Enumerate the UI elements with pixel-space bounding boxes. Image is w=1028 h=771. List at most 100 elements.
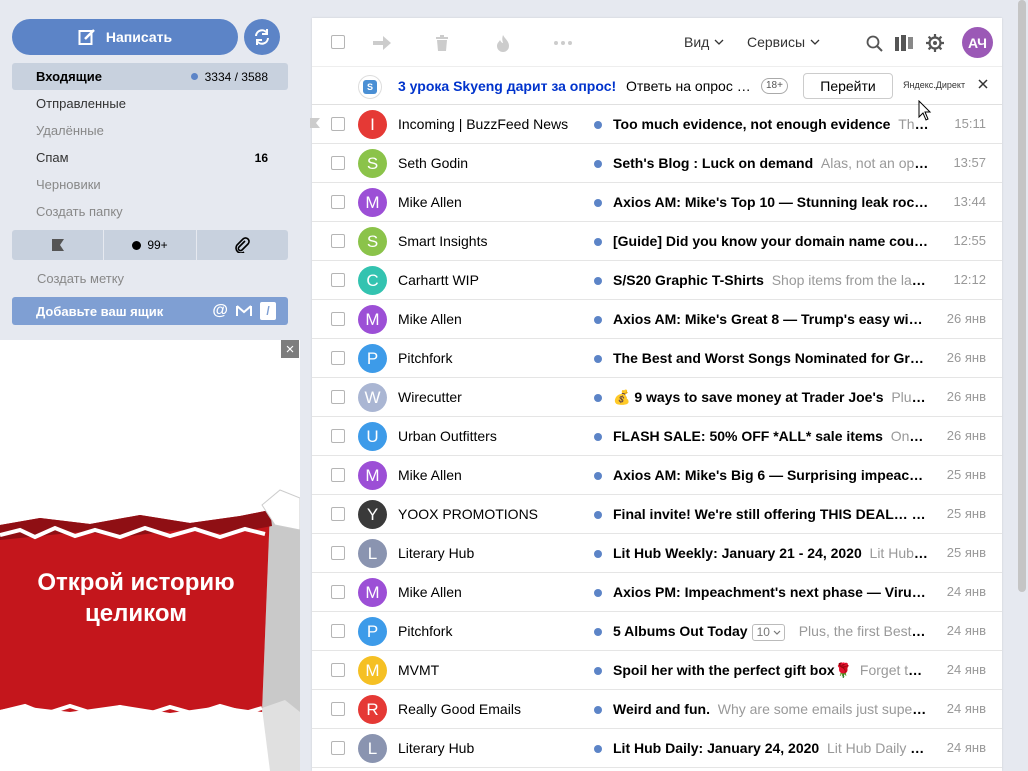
- message-row[interactable]: M MVMT Spoil her with the perfect gift box…: [312, 651, 1002, 690]
- message-row[interactable]: C Carhartt WIP S/S20 Graphic T-Shirts Shop…: [312, 261, 1002, 300]
- message-row[interactable]: M Mike Allen Axios AM: Mike's Great 8 — Tr…: [312, 300, 1002, 339]
- message-checkbox[interactable]: [331, 429, 345, 443]
- add-mailbox-button[interactable]: Добавьте ваш ящик @ /: [12, 297, 288, 325]
- unread-dot-icon[interactable]: [594, 472, 602, 480]
- unread-dot-icon[interactable]: [594, 160, 602, 168]
- folder-inbox[interactable]: Входящие 3334 / 3588: [12, 63, 288, 90]
- message-checkbox[interactable]: [331, 156, 345, 170]
- message-checkbox[interactable]: [331, 390, 345, 404]
- subject-text: 5 Albums Out Today: [613, 623, 748, 639]
- message-subject: Axios AM: Mike's Big 6 — Surprising impe…: [613, 467, 929, 483]
- ad-go-button[interactable]: Перейти: [803, 73, 893, 99]
- message-row[interactable]: M Mike Allen Axios AM: Mike's Big 6 — Surp…: [312, 456, 1002, 495]
- layout-button[interactable]: [893, 32, 915, 54]
- message-checkbox[interactable]: [331, 195, 345, 209]
- message-row[interactable]: R Really Good Emails Weird and fun. Why ar…: [312, 690, 1002, 729]
- unread-dot-icon[interactable]: [594, 550, 602, 558]
- unread-dot-icon[interactable]: [594, 199, 602, 207]
- message-time: 24 янв: [946, 623, 986, 638]
- unread-dot-icon[interactable]: [594, 121, 602, 129]
- message-subject: The Best and Worst Songs Nominated for G…: [613, 350, 929, 366]
- message-row[interactable]: S Seth Godin Seth's Blog : Luck on demand …: [312, 144, 1002, 183]
- unread-dot-icon[interactable]: [594, 511, 602, 519]
- sidebar-ad-banner[interactable]: Открой историю целиком ×: [0, 340, 300, 771]
- message-row[interactable]: S Smart Insights [Guide] Did you know your…: [312, 222, 1002, 261]
- filter-flagged[interactable]: [12, 230, 105, 260]
- message-row[interactable]: L Literary Hub Lit Hub Daily: January 24, …: [312, 729, 1002, 768]
- filter-attachments[interactable]: [197, 230, 288, 260]
- snippet-text: Shop items from the lates…: [771, 272, 929, 288]
- message-row[interactable]: P Pitchfork 5 Albums Out Today 10 Plus, the…: [312, 612, 1002, 651]
- folder-deleted[interactable]: Удалённые: [12, 117, 288, 144]
- message-checkbox[interactable]: [331, 702, 345, 716]
- message-checkbox[interactable]: [331, 351, 345, 365]
- message-checkbox[interactable]: [331, 741, 345, 755]
- user-avatar[interactable]: АЧ: [962, 27, 993, 58]
- select-all-checkbox[interactable]: [331, 35, 345, 49]
- message-checkbox[interactable]: [331, 117, 345, 131]
- message-row[interactable]: I Incoming | BuzzFeed News Too much eviden…: [310, 105, 1002, 144]
- sender-name: Seth Godin: [398, 155, 469, 171]
- unread-dot-icon[interactable]: [594, 433, 602, 441]
- create-label-link[interactable]: Создать метку: [37, 271, 124, 286]
- snippet-text: Plus, …: [891, 389, 929, 405]
- ad-row-close-button[interactable]: [975, 76, 991, 92]
- message-row[interactable]: L Literary Hub Lit Hub Weekly: January 21 …: [312, 534, 1002, 573]
- more-button[interactable]: [552, 32, 574, 54]
- message-row[interactable]: W Wirecutter 💰 9 ways to save money at Tra…: [312, 378, 1002, 417]
- unread-dot-icon[interactable]: [594, 355, 602, 363]
- unread-dot-icon[interactable]: [594, 277, 602, 285]
- unread-dot-icon[interactable]: [594, 238, 602, 246]
- message-checkbox[interactable]: [331, 468, 345, 482]
- services-menu[interactable]: Сервисы: [747, 34, 820, 50]
- unread-dot-icon[interactable]: [594, 628, 602, 636]
- message-checkbox[interactable]: [331, 663, 345, 677]
- message-checkbox[interactable]: [331, 273, 345, 287]
- spam-button[interactable]: [492, 32, 514, 54]
- unread-dot-icon[interactable]: [594, 706, 602, 714]
- filter-unread[interactable]: 99+: [104, 230, 197, 260]
- forward-button[interactable]: [371, 32, 393, 54]
- message-row[interactable]: P Pitchfork The Best and Worst Songs Nomin…: [312, 339, 1002, 378]
- view-menu[interactable]: Вид: [684, 34, 724, 50]
- unread-dot-icon[interactable]: [594, 394, 602, 402]
- delete-button[interactable]: [431, 32, 453, 54]
- message-checkbox[interactable]: [331, 546, 345, 560]
- message-subject: Final invite! We're still offering THIS …: [613, 506, 929, 522]
- unread-dot-icon[interactable]: [594, 667, 602, 675]
- scrollbar[interactable]: [1018, 0, 1026, 592]
- ad-close-button[interactable]: ×: [281, 340, 299, 358]
- message-checkbox[interactable]: [331, 585, 345, 599]
- ad-row-title[interactable]: 3 урока Skyeng дарит за опрос!: [398, 78, 616, 94]
- message-checkbox[interactable]: [331, 234, 345, 248]
- snippet-text: One. …: [890, 428, 929, 444]
- message-row[interactable]: U Urban Outfitters FLASH SALE: 50% OFF *AL…: [312, 417, 1002, 456]
- folder-drafts[interactable]: Черновики: [12, 171, 288, 198]
- unread-dot-icon[interactable]: [594, 745, 602, 753]
- snippet-text: Alas, not an optio…: [820, 155, 929, 171]
- gear-icon: [926, 34, 944, 52]
- message-checkbox[interactable]: [331, 507, 345, 521]
- unread-dot-icon[interactable]: [594, 589, 602, 597]
- sender-avatar: W: [358, 383, 387, 412]
- folder-spam[interactable]: Спам 16: [12, 144, 288, 171]
- create-folder-link[interactable]: Создать папку: [12, 198, 288, 225]
- thread-count-badge[interactable]: 10: [751, 624, 785, 641]
- search-button[interactable]: [863, 32, 885, 54]
- subject-text: Axios PM: Impeachment's next phase — Vir…: [613, 584, 929, 600]
- yandex-direct-label[interactable]: Яндекс.Директ: [903, 80, 965, 90]
- compose-button[interactable]: Написать: [12, 19, 238, 55]
- settings-button[interactable]: [924, 32, 946, 54]
- sender-avatar: M: [358, 188, 387, 217]
- refresh-button[interactable]: [244, 19, 280, 55]
- direct-ad-row[interactable]: S 3 урока Skyeng дарит за опрос! Ответь …: [312, 66, 1002, 105]
- folder-sent[interactable]: Отправленные: [12, 90, 288, 117]
- message-row[interactable]: M Mike Allen Axios PM: Impeachment's next …: [312, 573, 1002, 612]
- unread-dot-icon[interactable]: [594, 316, 602, 324]
- message-checkbox[interactable]: [331, 624, 345, 638]
- message-row[interactable]: M Mike Allen Axios AM: Mike's Top 10 — Stu…: [312, 183, 1002, 222]
- message-row[interactable]: Y YOOX PROMOTIONS Final invite! We're stil…: [312, 495, 1002, 534]
- flag-marker-icon[interactable]: [310, 118, 320, 128]
- message-checkbox[interactable]: [331, 312, 345, 326]
- sender-avatar: M: [358, 656, 387, 685]
